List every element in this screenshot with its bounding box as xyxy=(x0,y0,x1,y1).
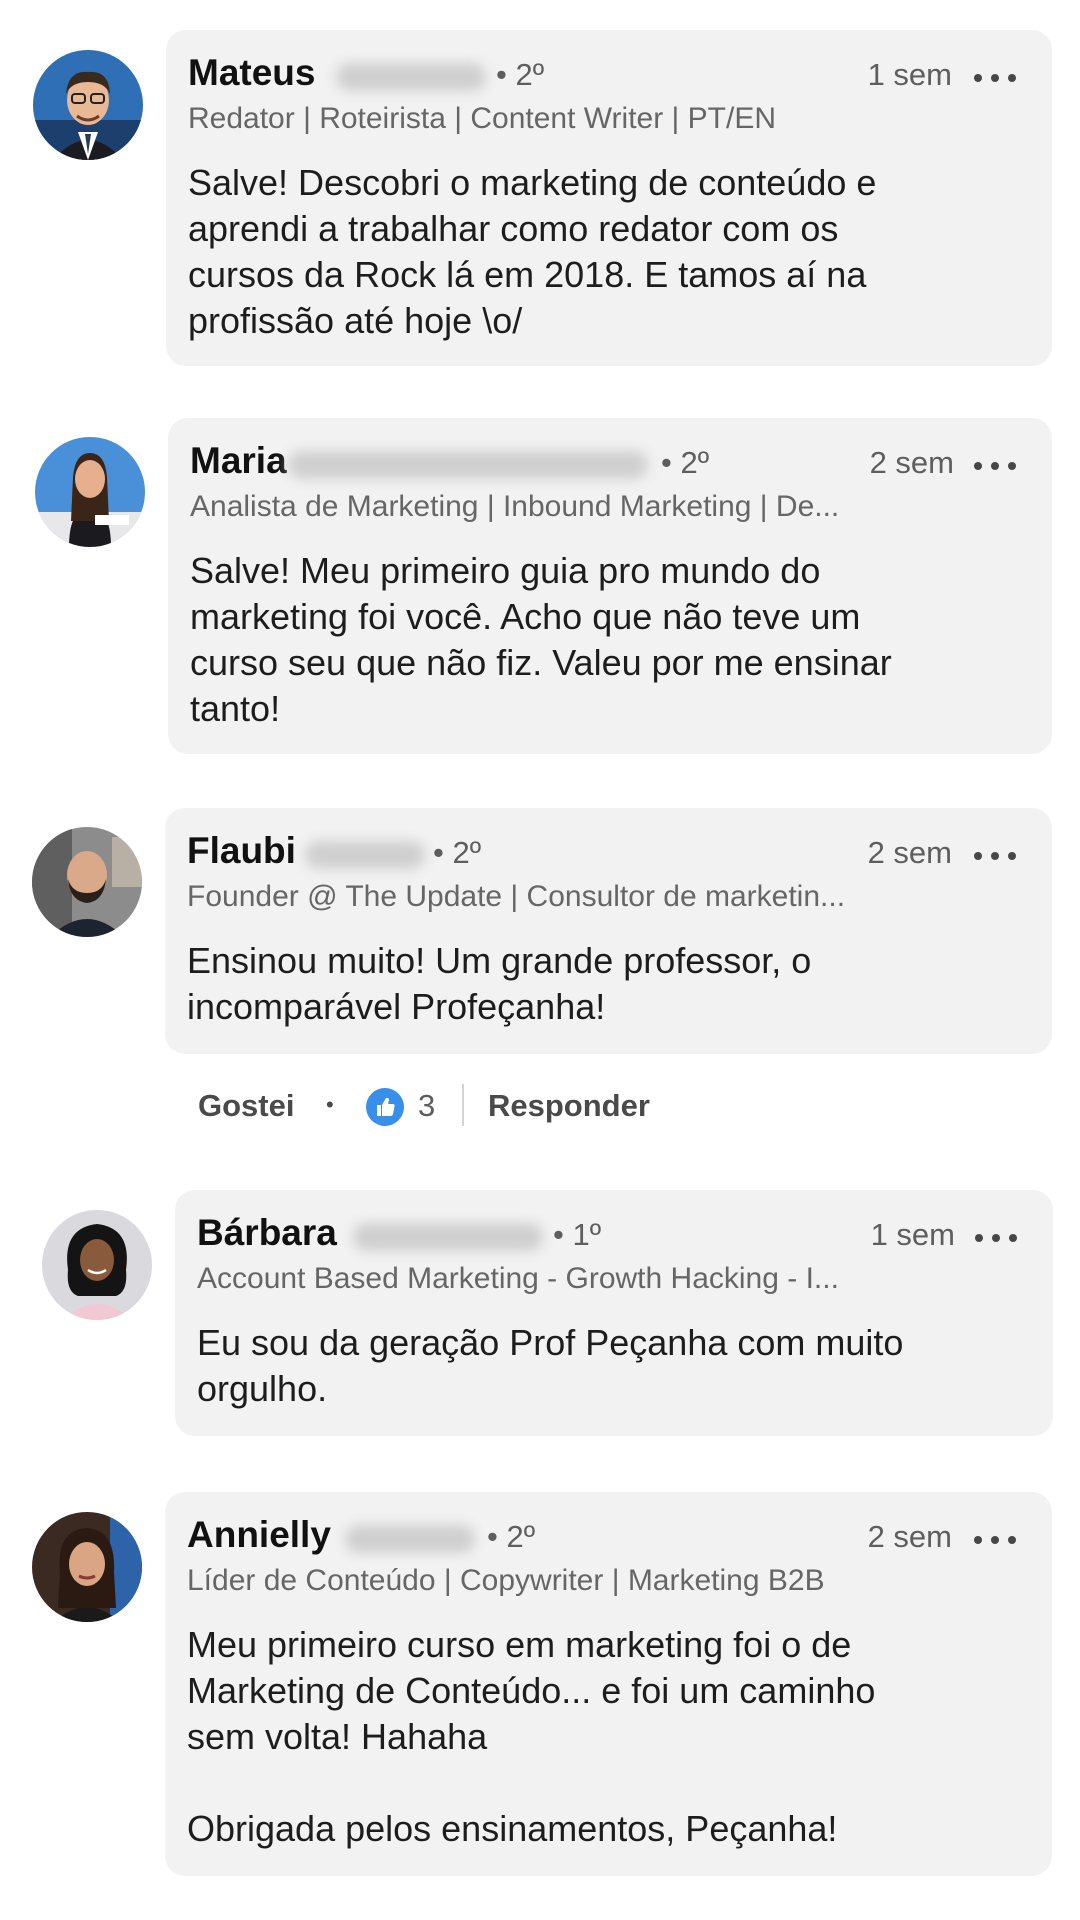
comment-text: Meu primeiro curso em marketing foi o de… xyxy=(187,1624,876,1849)
comment-item: Annielly • 2º 2 sem Líder de Conteúdo | … xyxy=(0,0,1080,1900)
avatar[interactable] xyxy=(32,1512,142,1622)
connection-degree: • 2º xyxy=(487,1519,536,1554)
more-options-icon[interactable] xyxy=(974,1534,1018,1546)
avatar-photo-icon xyxy=(32,1512,142,1622)
commenter-headline: Líder de Conteúdo | Copywriter | Marketi… xyxy=(187,1564,825,1597)
comment-time: 2 sem xyxy=(867,1519,952,1554)
blurred-surname xyxy=(345,1525,475,1553)
commenter-name[interactable]: Annielly xyxy=(187,1514,331,1556)
comment-bubble: Annielly • 2º 2 sem Líder de Conteúdo | … xyxy=(165,1492,1052,1876)
